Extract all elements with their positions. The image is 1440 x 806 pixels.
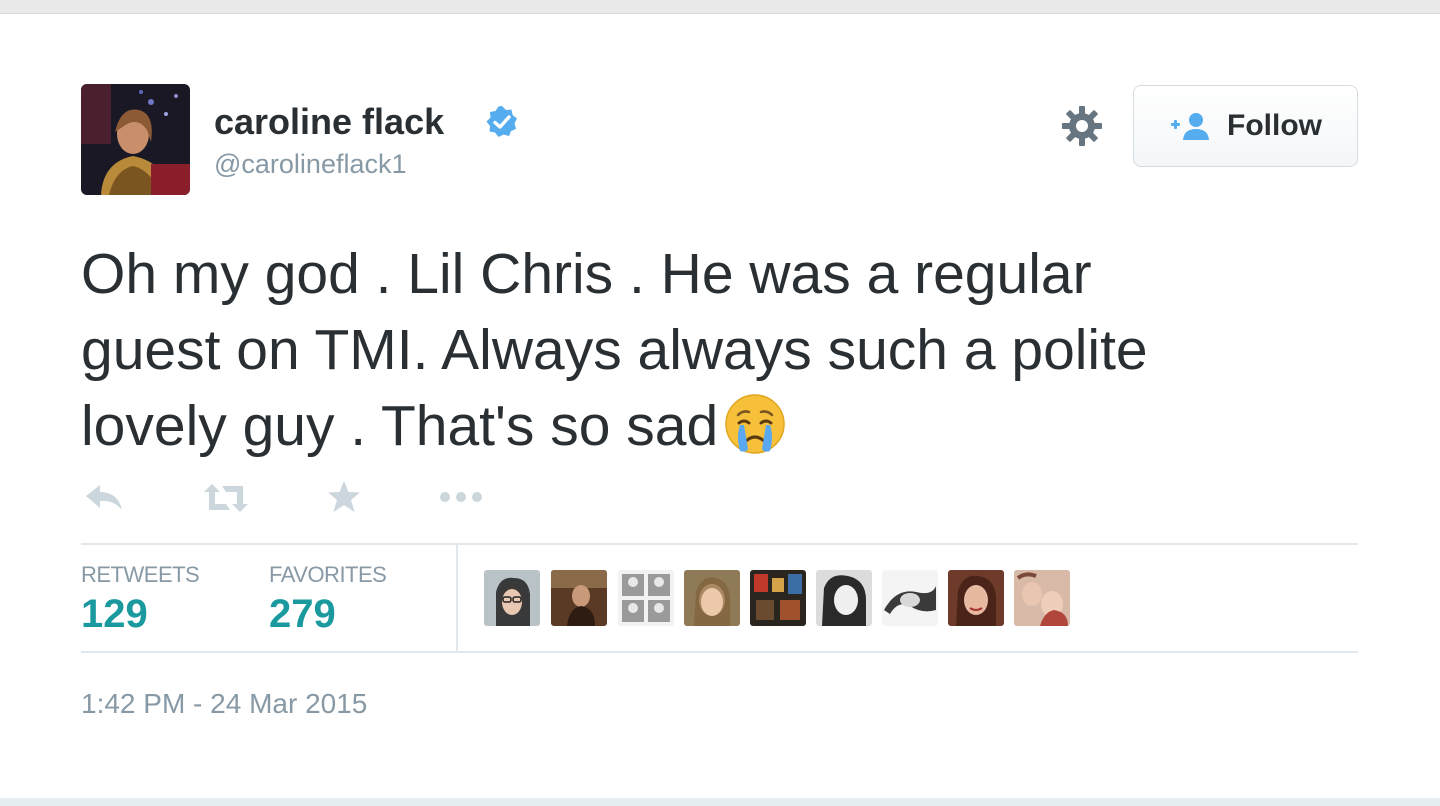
favoriter-avatar[interactable]	[948, 570, 1004, 626]
tweet-timestamp[interactable]: 1:42 PM - 24 Mar 2015	[81, 688, 367, 720]
favoriter-avatar[interactable]	[882, 570, 938, 626]
more-icon[interactable]	[438, 490, 484, 509]
favoriter-avatar[interactable]	[816, 570, 872, 626]
favorites-count[interactable]: 279	[269, 592, 336, 637]
favoriter-avatar[interactable]	[484, 570, 540, 626]
favoriter-avatar[interactable]	[618, 570, 674, 626]
stats-bottom-divider	[81, 651, 1358, 653]
stats-vertical-divider	[456, 544, 458, 652]
author-avatar[interactable]	[81, 84, 190, 195]
retweets-count[interactable]: 129	[81, 592, 148, 637]
reply-icon[interactable]	[84, 482, 124, 519]
favorites-label: FAVORITES	[269, 562, 387, 587]
tweet-text: Oh my god . Lil Chris . He was a regular…	[81, 236, 1321, 464]
window-top-strip	[0, 0, 1440, 14]
add-user-icon	[1169, 110, 1213, 142]
favoriter-avatar[interactable]	[750, 570, 806, 626]
tweet-line: Oh my god . Lil Chris . He was a regular	[81, 242, 1092, 306]
author-handle[interactable]: @carolineflack1	[214, 149, 407, 180]
favoriter-avatar[interactable]	[1014, 570, 1070, 626]
stats-top-divider	[81, 543, 1358, 545]
follow-label: Follow	[1227, 109, 1322, 142]
tweet-line-last: lovely guy . That's so sad	[81, 388, 1321, 464]
favoriter-avatar[interactable]	[551, 570, 607, 626]
window-bottom-strip	[0, 798, 1440, 806]
tweet-line: guest on TMI. Always always such a polit…	[81, 318, 1148, 382]
avatar-photo	[81, 84, 190, 195]
favorite-icon[interactable]	[326, 480, 362, 519]
verified-badge-icon	[484, 104, 520, 140]
author-name[interactable]: caroline flack	[214, 101, 444, 143]
crying-face-emoji-icon	[724, 393, 786, 455]
retweet-icon[interactable]	[202, 482, 250, 519]
favoriter-avatar[interactable]	[684, 570, 740, 626]
gear-icon[interactable]	[1060, 104, 1104, 148]
tweet-line-text: lovely guy . That's so sad	[81, 394, 719, 458]
follow-button[interactable]: Follow	[1133, 85, 1358, 167]
retweets-label: RETWEETS	[81, 562, 200, 587]
